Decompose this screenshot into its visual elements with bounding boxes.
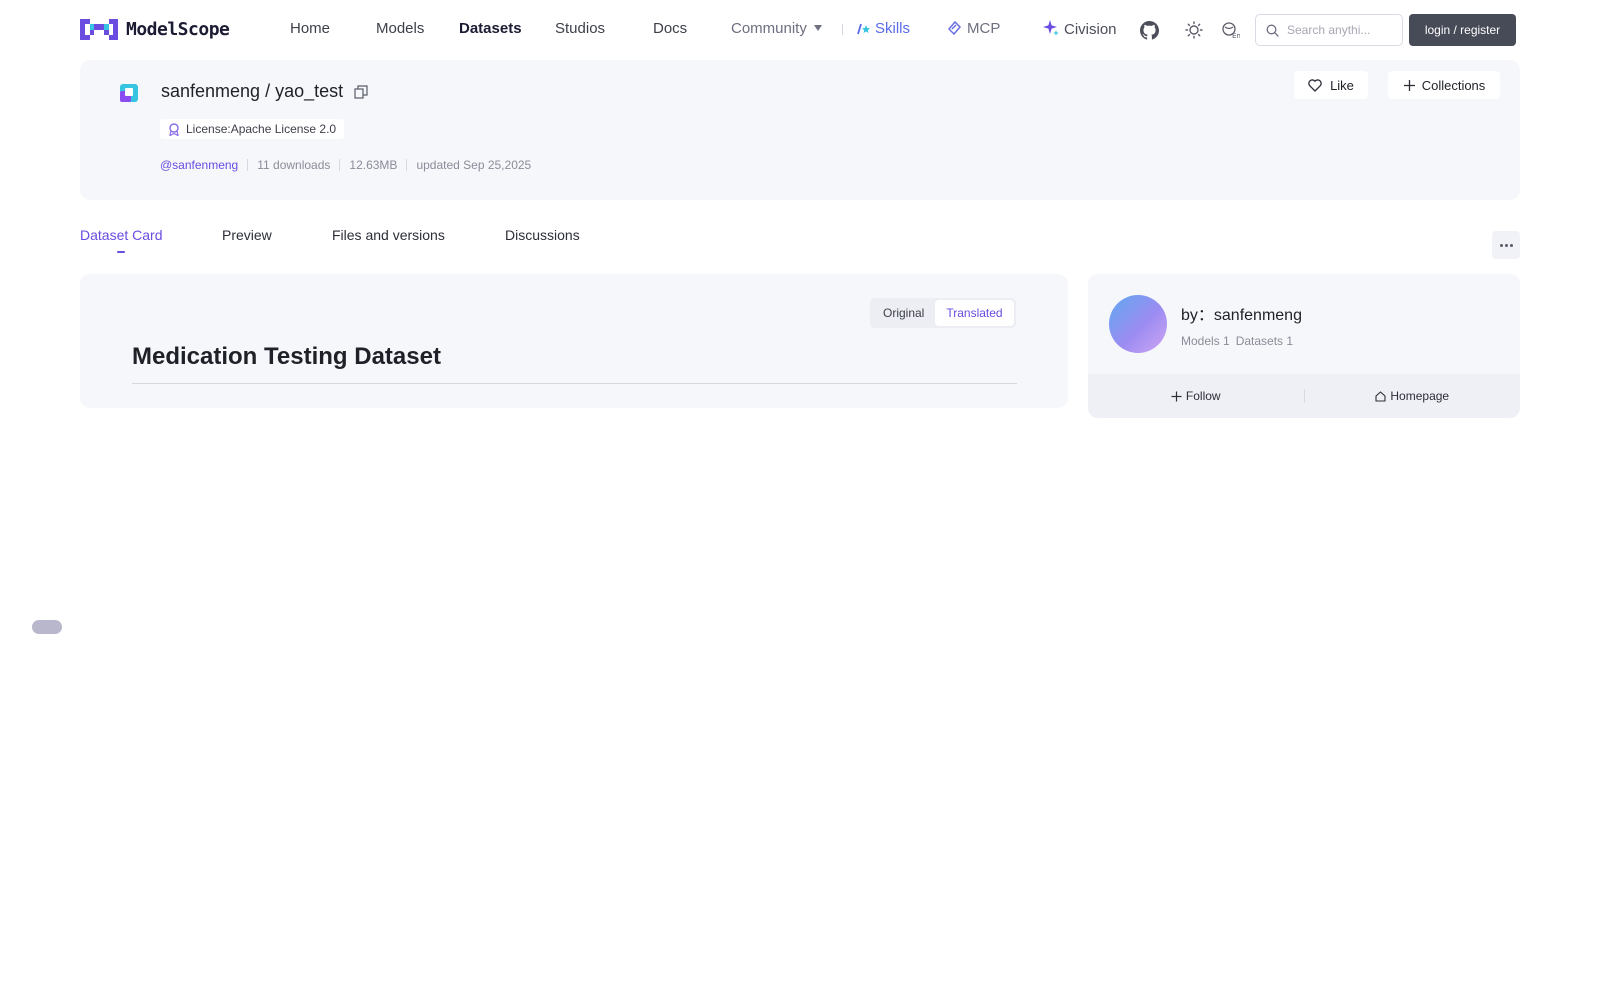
license-badge[interactable]: License:Apache License 2.0 bbox=[160, 119, 345, 139]
civision-sparkle-icon bbox=[1043, 20, 1059, 36]
logo-text: ModelScope bbox=[126, 19, 230, 40]
nav-divider bbox=[842, 24, 843, 35]
copy-icon[interactable] bbox=[354, 84, 368, 99]
nav-docs[interactable]: Docs bbox=[653, 20, 687, 38]
plus-icon bbox=[1403, 79, 1415, 91]
tab-preview[interactable]: Preview bbox=[222, 227, 272, 243]
dataset-size: 12.63MB bbox=[349, 158, 398, 172]
repo-name: yao_test bbox=[275, 81, 344, 101]
theme-sun-icon[interactable] bbox=[1183, 19, 1205, 41]
side-drawer-handle[interactable] bbox=[32, 620, 62, 634]
nav-community[interactable]: Community bbox=[731, 20, 822, 38]
author-actions: Follow Homepage bbox=[1088, 374, 1520, 418]
language-toggle: Original Translated bbox=[870, 298, 1016, 328]
like-button[interactable]: Like bbox=[1294, 71, 1368, 99]
license-label: License:Apache License 2.0 bbox=[186, 122, 337, 136]
collections-button[interactable]: Collections bbox=[1388, 71, 1500, 99]
modelscope-logo-icon bbox=[80, 19, 118, 40]
nav-models[interactable]: Models bbox=[376, 20, 424, 38]
github-icon[interactable] bbox=[1138, 19, 1160, 41]
meta-divider bbox=[247, 159, 249, 171]
nav-studios[interactable]: Studios bbox=[555, 20, 605, 38]
avatar[interactable] bbox=[1109, 295, 1167, 353]
nav-skills-label: Skills bbox=[875, 20, 911, 37]
search-box[interactable] bbox=[1255, 14, 1403, 46]
dataset-icon bbox=[120, 84, 138, 102]
homepage-label: Homepage bbox=[1390, 389, 1450, 403]
active-tab-indicator bbox=[117, 251, 125, 253]
meta-divider bbox=[406, 159, 408, 171]
tab-files-and-versions[interactable]: Files and versions bbox=[332, 227, 445, 243]
nav-civision[interactable]: Civision bbox=[1043, 20, 1117, 39]
author-card: by：sanfenmeng Models 1 Datasets 1 Follow… bbox=[1088, 274, 1520, 418]
language-icon[interactable]: En bbox=[1220, 19, 1242, 41]
collections-label: Collections bbox=[1421, 77, 1486, 93]
repo-owner[interactable]: sanfenmeng bbox=[161, 81, 260, 102]
nav-datasets[interactable]: Datasets bbox=[459, 20, 522, 38]
datasets-count: Datasets 1 bbox=[1235, 334, 1294, 348]
nav-mcp[interactable]: MCP bbox=[947, 20, 1000, 38]
toggle-translated[interactable]: Translated bbox=[935, 300, 1014, 326]
license-badge-icon bbox=[169, 122, 179, 136]
title-divider bbox=[132, 383, 1017, 384]
toggle-original[interactable]: Original bbox=[872, 300, 935, 326]
home-icon bbox=[1375, 390, 1386, 402]
homepage-button[interactable]: Homepage bbox=[1305, 389, 1521, 403]
models-count: Models 1 bbox=[1181, 334, 1230, 348]
tab-discussions[interactable]: Discussions bbox=[505, 227, 580, 243]
mcp-icon bbox=[947, 20, 962, 35]
dataset-card-content: Original Translated Medication Testing D… bbox=[80, 274, 1068, 408]
tab-dataset-card[interactable]: Dataset Card bbox=[80, 227, 162, 243]
nav-home[interactable]: Home bbox=[290, 20, 330, 38]
skills-icon bbox=[857, 23, 870, 35]
nav-skills[interactable]: Skills bbox=[857, 20, 910, 38]
repo-title: sanfenmeng / yao_test bbox=[161, 81, 368, 102]
updated-date: updated Sep 25,2025 bbox=[416, 158, 532, 172]
more-icon[interactable] bbox=[1492, 231, 1520, 259]
login-register-button[interactable]: login / register bbox=[1409, 14, 1516, 46]
author-name[interactable]: by：sanfenmeng bbox=[1181, 301, 1302, 325]
heart-icon bbox=[1308, 78, 1322, 92]
author-counts: Models 1 Datasets 1 bbox=[1181, 334, 1293, 348]
repo-separator: / bbox=[265, 81, 271, 101]
dataset-meta: @sanfenmeng 11 downloads 12.63MB updated… bbox=[160, 158, 531, 172]
svg-text:En: En bbox=[1232, 32, 1240, 39]
download-count: 11 downloads bbox=[257, 158, 331, 172]
nav-mcp-label: MCP bbox=[967, 20, 1001, 37]
author-link[interactable]: @sanfenmeng bbox=[160, 158, 238, 172]
search-icon bbox=[1266, 24, 1279, 37]
follow-button[interactable]: Follow bbox=[1088, 389, 1304, 403]
plus-icon bbox=[1171, 391, 1182, 401]
nav-community-label: Community bbox=[731, 20, 807, 37]
meta-divider bbox=[339, 159, 341, 171]
readme-title: Medication Testing Dataset bbox=[132, 343, 441, 370]
top-navigation: ModelScope Home Models Datasets Studios … bbox=[0, 0, 1600, 60]
dataset-header: sanfenmeng / yao_test License:Apache Lic… bbox=[80, 60, 1520, 200]
chevron-down-icon bbox=[813, 25, 822, 31]
like-label: Like bbox=[1330, 77, 1354, 93]
nav-civision-label: Civision bbox=[1064, 21, 1117, 38]
follow-label: Follow bbox=[1185, 389, 1221, 403]
modelscope-logo[interactable]: ModelScope bbox=[80, 19, 230, 40]
search-input[interactable] bbox=[1287, 23, 1397, 37]
